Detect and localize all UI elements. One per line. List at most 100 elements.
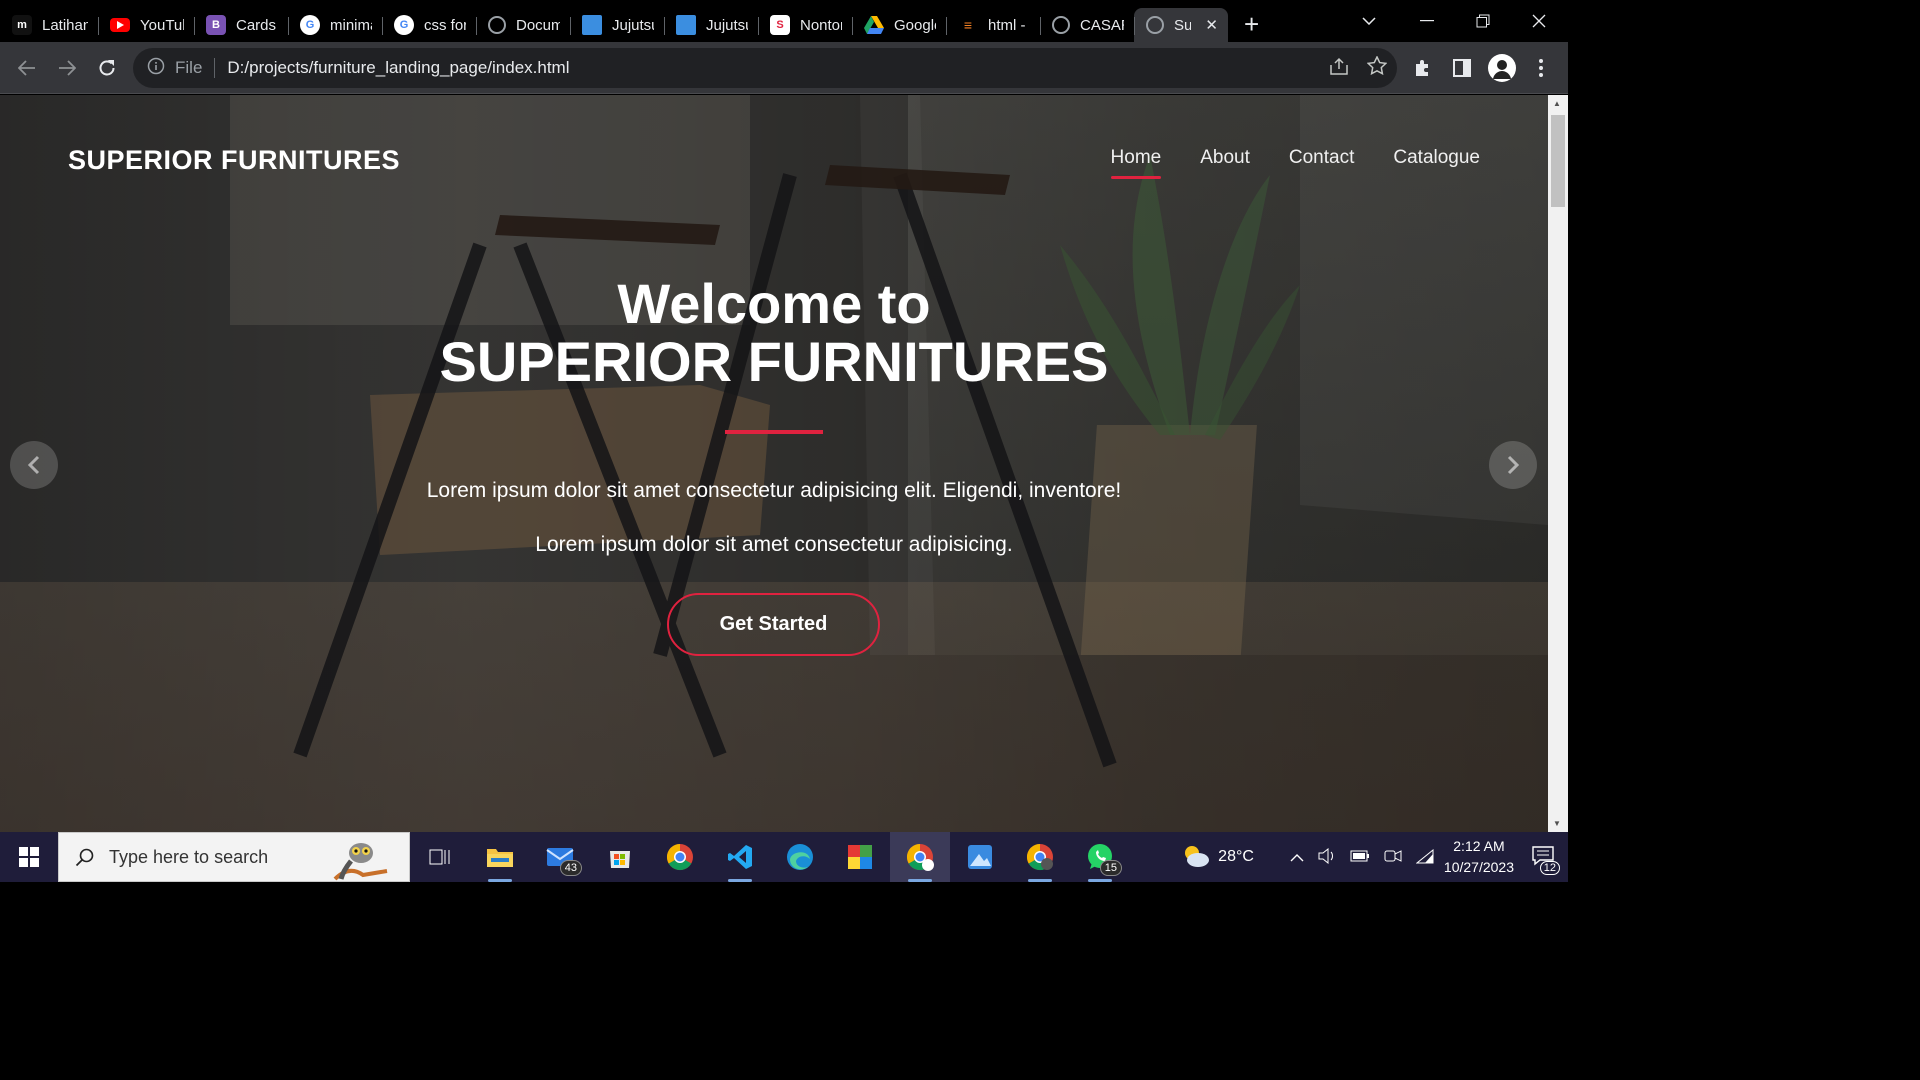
hero-title-line2: SUPERIOR FURNITURES xyxy=(439,330,1109,393)
bootstrap-icon: B xyxy=(206,15,226,35)
hero-title: Welcome to SUPERIOR FURNITURES xyxy=(0,275,1548,391)
tab-docum[interactable]: Docum xyxy=(476,8,570,42)
start-button[interactable] xyxy=(0,832,58,882)
wifi-icon[interactable] xyxy=(1415,848,1434,867)
chevron-left-icon xyxy=(27,455,40,475)
meet-now-icon[interactable] xyxy=(1384,848,1402,867)
search-icon xyxy=(75,848,94,867)
weather-temp[interactable]: 28°C xyxy=(1218,848,1254,866)
forward-icon[interactable] xyxy=(47,48,87,88)
share-icon[interactable] xyxy=(1329,57,1349,80)
book-icon xyxy=(582,15,602,35)
windows-taskbar: Type here to search 43 15 28°C 2:12 AM 1… xyxy=(0,832,1568,882)
get-started-button[interactable]: Get Started xyxy=(667,593,880,656)
s-logo-icon: S xyxy=(770,15,790,35)
brand-logo[interactable]: SUPERIOR FURNITURES xyxy=(68,145,400,176)
close-window-icon[interactable] xyxy=(1532,0,1546,42)
battery-icon[interactable] xyxy=(1350,849,1370,865)
minimize-icon[interactable] xyxy=(1420,0,1434,42)
tab-casar[interactable]: CASAR xyxy=(1040,8,1134,42)
nav-about[interactable]: About xyxy=(1200,147,1250,179)
clock[interactable]: 2:12 AM 10/27/2023 xyxy=(1444,836,1514,878)
tab-label: Google xyxy=(894,16,936,34)
winrar-colored-icon[interactable] xyxy=(830,832,890,882)
back-icon[interactable] xyxy=(7,48,47,88)
task-view-icon[interactable] xyxy=(410,832,470,882)
tab-html[interactable]: ≡ html - xyxy=(946,8,1040,42)
taskbar-search-box[interactable]: Type here to search xyxy=(58,832,410,882)
lemur-illustration-icon xyxy=(333,843,388,881)
carousel-prev-button[interactable] xyxy=(10,441,58,489)
file-explorer-icon[interactable] xyxy=(470,832,530,882)
weather-icon[interactable] xyxy=(1180,843,1210,872)
tab-label: CASAR xyxy=(1080,16,1124,34)
hero-text-2: Lorem ipsum dolor sit amet consectetur a… xyxy=(535,533,1013,556)
edge-icon[interactable] xyxy=(770,832,830,882)
reload-icon[interactable] xyxy=(87,48,127,88)
volume-icon[interactable] xyxy=(1318,847,1336,867)
chevron-right-icon xyxy=(1507,455,1520,475)
url-text[interactable]: D:/projects/furniture_landing_page/index… xyxy=(227,58,569,78)
tab-nonton[interactable]: S Nonton xyxy=(758,8,852,42)
chrome-profile-icon[interactable] xyxy=(890,832,950,882)
tab-cards[interactable]: B Cards - xyxy=(194,8,288,42)
globe-icon xyxy=(1146,16,1164,34)
nav-catalogue[interactable]: Catalogue xyxy=(1393,147,1480,179)
info-icon[interactable] xyxy=(147,57,165,80)
globe-icon xyxy=(1052,16,1070,34)
google-icon: G xyxy=(394,15,414,35)
scroll-up-icon[interactable]: ▲ xyxy=(1553,99,1561,108)
chrome-extension-icon[interactable] xyxy=(1010,832,1070,882)
tab-label: html - xyxy=(988,16,1026,34)
m-logo-icon: m xyxy=(12,15,32,35)
main-nav: Home About Contact Catalogue xyxy=(1110,147,1480,179)
youtube-icon xyxy=(110,18,130,32)
whatsapp-icon[interactable]: 15 xyxy=(1070,832,1130,882)
address-bar[interactable]: File D:/projects/furniture_landing_page/… xyxy=(133,48,1397,88)
tab-google-drive[interactable]: Google xyxy=(852,8,946,42)
tab-superior-active[interactable]: Su ✕ xyxy=(1134,8,1228,42)
scrollbar-thumb[interactable] xyxy=(1551,115,1565,207)
bookmark-star-icon[interactable] xyxy=(1366,55,1388,80)
tab-latihan[interactable]: m Latihan xyxy=(0,8,98,42)
stackoverflow-icon: ≡ xyxy=(963,17,973,33)
notification-center-icon[interactable]: 12 xyxy=(1532,845,1560,875)
photos-icon[interactable] xyxy=(950,832,1010,882)
close-tab-icon[interactable]: ✕ xyxy=(1205,16,1218,34)
omnibox-divider xyxy=(214,58,216,78)
drive-icon xyxy=(864,15,884,35)
carousel-next-button[interactable] xyxy=(1489,441,1537,489)
page-viewport: SUPERIOR FURNITURES Home About Contact C… xyxy=(0,95,1548,832)
extensions-icon[interactable] xyxy=(1403,48,1443,88)
hero-background-image xyxy=(230,95,1548,768)
profile-avatar[interactable] xyxy=(1482,48,1522,88)
scroll-down-icon[interactable]: ▼ xyxy=(1553,819,1561,828)
tab-label: Nonton xyxy=(800,16,842,34)
globe-icon xyxy=(488,16,506,34)
nav-contact[interactable]: Contact xyxy=(1289,147,1354,179)
microsoft-store-icon[interactable] xyxy=(590,832,650,882)
windows-logo-icon xyxy=(19,847,39,867)
tab-search-icon[interactable] xyxy=(1362,0,1376,42)
restore-icon[interactable] xyxy=(1476,0,1490,42)
mail-icon[interactable]: 43 xyxy=(530,832,590,882)
tab-jujutsu-1[interactable]: Jujutsu xyxy=(570,8,664,42)
page-scrollbar[interactable]: ▲ ▼ xyxy=(1548,95,1568,832)
tab-css-for[interactable]: G css for xyxy=(382,8,476,42)
tab-label: YouTube xyxy=(140,16,184,34)
vscode-icon[interactable] xyxy=(710,832,770,882)
tab-jujutsu-2[interactable]: Jujutsu xyxy=(664,8,758,42)
book-icon xyxy=(676,15,696,35)
chrome-icon[interactable] xyxy=(650,832,710,882)
tab-label: minima xyxy=(330,16,372,34)
new-tab-button[interactable]: + xyxy=(1244,9,1259,40)
nav-home[interactable]: Home xyxy=(1110,147,1161,179)
side-panel-icon[interactable] xyxy=(1442,48,1482,88)
notification-count: 12 xyxy=(1539,860,1560,875)
tab-label: Jujutsu xyxy=(706,16,748,34)
tab-label: Cards - xyxy=(236,16,278,34)
tab-youtube[interactable]: YouTube xyxy=(98,8,194,42)
chevron-up-icon[interactable] xyxy=(1290,849,1304,865)
menu-kebab-icon[interactable] xyxy=(1521,48,1561,88)
tab-minima[interactable]: G minima xyxy=(288,8,382,42)
